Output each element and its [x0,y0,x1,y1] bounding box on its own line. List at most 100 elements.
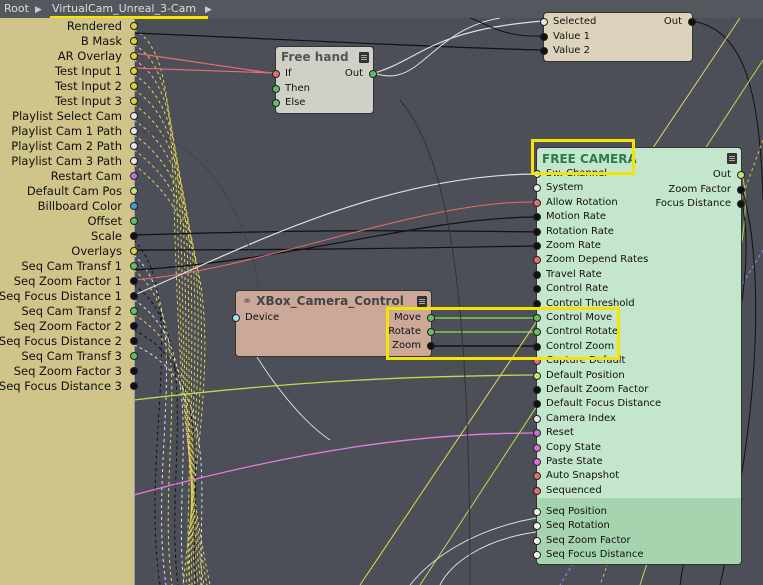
graph-input-row[interactable]: Seq Zoom Factor 3 [0,364,138,379]
port-dot[interactable] [737,171,745,179]
port-dot[interactable] [533,536,541,545]
input-port-label: Then [285,82,310,94]
graph-input-row[interactable]: Seq Cam Transf 3 [0,349,138,364]
breadcrumb-root[interactable]: Root [4,0,29,18]
output-port-row[interactable]: Out [631,168,745,182]
graph-input-label: Seq Zoom Factor 2 [13,319,122,333]
port-dot[interactable] [533,256,541,265]
port-dot[interactable] [533,227,541,236]
port-dot[interactable] [533,429,541,438]
output-port-row[interactable]: Out [323,67,377,81]
port-dot[interactable] [130,202,138,210]
port-dot[interactable] [533,458,541,466]
port-dot[interactable] [533,508,541,516]
connection-wire [133,216,537,271]
port-dot[interactable] [130,157,138,165]
graph-input-row[interactable]: B Mask [0,34,138,49]
menu-icon[interactable] [727,153,737,164]
port-dot[interactable] [533,285,541,294]
port-dot[interactable] [130,187,138,195]
port-dot[interactable] [130,127,138,135]
port-dot[interactable] [130,172,138,180]
selector-node[interactable]: Selected Value 1 Value 2 Out [540,12,696,62]
output-port-row[interactable]: Out [632,15,696,29]
port-dot[interactable] [533,213,541,222]
output-port-row[interactable]: Focus Distance [631,197,745,211]
port-dot[interactable] [130,322,138,330]
port-dot[interactable] [130,217,138,225]
port-dot[interactable] [130,307,138,315]
port-dot[interactable] [130,262,138,270]
port-dot[interactable] [533,371,541,380]
port-dot[interactable] [130,97,138,105]
input-port-label: Rotation Rate [546,225,614,237]
port-dot[interactable] [130,52,138,60]
graph-input-row[interactable]: Seq Focus Distance 2 [0,334,138,349]
port-dot[interactable] [533,242,541,250]
port-dot[interactable] [272,99,280,107]
port-dot[interactable] [540,47,548,55]
port-dot[interactable] [130,232,138,240]
port-dot[interactable] [540,18,548,26]
port-dot[interactable] [533,414,541,423]
graph-input-row[interactable]: Billboard Color [0,199,138,214]
port-dot[interactable] [130,382,138,390]
port-dot[interactable] [130,352,138,360]
menu-icon[interactable] [359,52,369,63]
graph-input-row[interactable]: Restart Cam [0,169,138,184]
graph-input-row[interactable]: Offset [0,214,138,229]
graph-input-row[interactable]: Scale [0,229,138,244]
graph-input-row[interactable]: Seq Focus Distance 1 [0,289,138,304]
port-dot[interactable] [533,184,541,193]
graph-input-row[interactable]: Default Cam Pos [0,184,138,199]
graph-input-row[interactable]: Overlays [0,244,138,259]
port-dot[interactable] [130,82,138,90]
menu-icon[interactable] [417,296,427,307]
control-connections-highlight [386,307,620,360]
graph-input-row[interactable]: Playlist Select Cam [0,109,138,124]
graph-input-row[interactable]: Playlist Cam 2 Path [0,139,138,154]
port-dot[interactable] [272,70,280,78]
graph-input-row[interactable]: AR Overlay [0,49,138,64]
port-dot[interactable] [130,37,138,45]
port-dot[interactable] [232,314,240,322]
port-dot[interactable] [533,198,541,207]
graph-input-row[interactable]: Test Input 2 [0,79,138,94]
graph-input-row[interactable]: Seq Cam Transf 1 [0,259,138,274]
port-dot[interactable] [533,486,541,495]
graph-input-row[interactable]: Playlist Cam 3 Path [0,154,138,169]
port-dot[interactable] [272,84,280,93]
connection-wire [133,299,185,585]
port-dot[interactable] [540,32,548,41]
free-hand-node[interactable]: Free hand If Then Else Out [272,46,377,114]
port-dot[interactable] [533,270,541,279]
port-dot[interactable] [130,337,138,345]
graph-input-row[interactable]: Seq Focus Distance 3 [0,379,138,394]
port-dot[interactable] [130,247,138,255]
graph-input-row[interactable]: Playlist Cam 1 Path [0,124,138,139]
port-dot[interactable] [737,185,745,194]
port-dot[interactable] [533,472,541,481]
graph-input-row[interactable]: Rendered [0,19,138,34]
input-port-label: Default Position [546,369,625,381]
graph-input-row[interactable]: Test Input 1 [0,64,138,79]
port-dot[interactable] [130,112,138,120]
port-dot[interactable] [130,142,138,150]
port-dot[interactable] [369,70,377,78]
graph-input-row[interactable]: Seq Cam Transf 2 [0,304,138,319]
port-dot[interactable] [130,22,138,30]
port-dot[interactable] [688,18,696,26]
graph-input-label: Seq Zoom Factor 1 [13,274,122,288]
output-port-row[interactable]: Zoom Factor [631,183,745,197]
port-dot[interactable] [130,67,138,75]
port-dot[interactable] [130,292,138,300]
port-dot[interactable] [130,367,138,375]
graph-input-row[interactable]: Seq Zoom Factor 2 [0,319,138,334]
port-dot[interactable] [130,277,138,285]
port-dot[interactable] [533,400,541,409]
port-dot[interactable] [533,386,541,394]
port-dot[interactable] [533,443,541,452]
port-dot[interactable] [737,200,745,208]
graph-input-row[interactable]: Seq Zoom Factor 1 [0,274,138,289]
graph-input-row[interactable]: Test Input 3 [0,94,138,109]
